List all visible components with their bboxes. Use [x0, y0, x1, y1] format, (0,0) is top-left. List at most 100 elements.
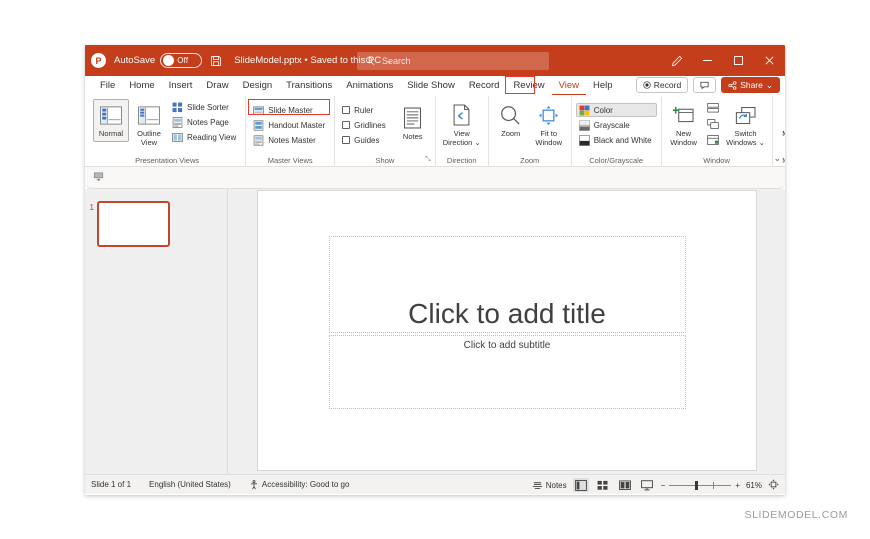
zoom-slider[interactable]: − + — [661, 480, 740, 490]
slide-count-label[interactable]: Slide 1 of 1 — [91, 480, 131, 489]
group-title-master-views: Master Views — [267, 156, 313, 165]
pen-icon[interactable] — [661, 45, 692, 76]
cascade-button[interactable] — [704, 117, 722, 131]
tab-transitions[interactable]: Transitions — [279, 77, 339, 95]
view-direction-icon — [452, 102, 471, 128]
macros-icon — [784, 102, 785, 128]
comments-button[interactable] — [693, 77, 717, 93]
reading-view-button[interactable]: Reading View — [169, 130, 241, 144]
show-dialog-launcher-icon[interactable]: ⤡ — [425, 154, 431, 166]
macros-button[interactable]: Macros — [777, 99, 785, 142]
close-button[interactable] — [754, 45, 785, 76]
slide-canvas[interactable]: Click to add title Click to add subtitle — [256, 190, 757, 471]
zoom-slider-track[interactable] — [669, 480, 732, 490]
switch-windows-button[interactable]: Switch Windows ⌄ — [724, 99, 768, 150]
handout-master-label: Handout Master — [268, 120, 326, 130]
group-title-presentation-views: Presentation Views — [135, 156, 200, 165]
tab-file[interactable]: File — [93, 77, 122, 95]
collapse-ribbon-icon[interactable] — [93, 169, 104, 187]
new-window-button[interactable]: New Window — [666, 99, 702, 150]
share-icon — [728, 80, 737, 90]
ruler-label: Ruler — [354, 105, 374, 115]
zoom-button[interactable]: Zoom — [493, 99, 529, 142]
color-button[interactable]: Color — [575, 103, 657, 117]
tab-design[interactable]: Design — [236, 77, 280, 95]
slide-thumbnail-1[interactable] — [97, 201, 170, 247]
fit-slide-to-window-icon[interactable] — [768, 478, 779, 492]
powerpoint-window: P AutoSave Off SlideModel.pptx • Saved t… — [85, 45, 785, 495]
tab-view[interactable]: View — [551, 77, 587, 95]
zoom-in-button[interactable]: + — [735, 481, 740, 490]
status-slide-sorter-button[interactable] — [595, 478, 611, 492]
zoom-level-label[interactable]: 61% — [746, 481, 762, 490]
gridlines-checkbox[interactable]: Gridlines — [339, 118, 391, 132]
tab-help[interactable]: Help — [586, 77, 620, 95]
fit-to-window-icon — [538, 102, 559, 128]
outline-view-button[interactable]: Outline View — [131, 99, 167, 150]
tab-record[interactable]: Record — [462, 77, 507, 95]
group-title-color-grayscale: Color/Grayscale — [589, 156, 644, 165]
slideshow-view-icon — [640, 479, 653, 490]
tab-home[interactable]: Home — [122, 77, 161, 95]
ribbon-content: Normal Outline View Slide Sorter Notes P… — [85, 96, 785, 167]
handout-master-button[interactable]: Handout Master — [250, 118, 330, 132]
autosave-state-label: Off — [177, 56, 189, 65]
tab-slide-show[interactable]: Slide Show — [400, 77, 462, 95]
ribbon-group-master-views: Slide Master Handout Master Notes Master… — [246, 96, 336, 167]
status-slideshow-button[interactable] — [639, 478, 655, 492]
title-placeholder[interactable]: Click to add title — [328, 236, 686, 333]
ribbon-collapse-chevron-icon[interactable]: ⌄ — [773, 153, 781, 164]
notes-toggle-label: Notes — [545, 480, 567, 490]
share-button[interactable]: Share ⌄ — [721, 77, 780, 93]
search-input[interactable]: Search — [357, 52, 549, 70]
slide-sorter-button[interactable]: Slide Sorter — [169, 100, 241, 114]
tab-insert[interactable]: Insert — [162, 77, 200, 95]
status-reading-view-button[interactable] — [617, 478, 633, 492]
save-icon[interactable] — [210, 55, 222, 67]
notes-button[interactable]: Notes — [395, 102, 431, 145]
maximize-button[interactable] — [723, 45, 754, 76]
slide-canvas-pane: Click to add title Click to add subtitle — [228, 189, 785, 474]
notes-master-button[interactable]: Notes Master — [250, 133, 330, 147]
zoom-slider-handle[interactable] — [695, 480, 699, 490]
search-placeholder: Search — [382, 56, 411, 66]
move-split-icon — [706, 135, 719, 145]
subtitle-placeholder[interactable]: Click to add subtitle — [328, 335, 686, 409]
slide-master-button[interactable]: Slide Master — [250, 103, 330, 117]
subtitle-placeholder-text: Click to add subtitle — [463, 340, 551, 351]
window-icon-stack — [704, 99, 722, 147]
checkbox-icon — [342, 136, 351, 144]
fit-to-window-button[interactable]: Fit to Window — [531, 99, 567, 150]
slide-master-icon — [253, 105, 265, 115]
notes-toggle-button[interactable]: Notes — [532, 480, 567, 491]
status-normal-view-button[interactable] — [572, 478, 589, 492]
tab-draw[interactable]: Draw — [199, 77, 235, 95]
accessibility-status[interactable]: Accessibility: Good to go — [249, 479, 350, 490]
move-split-button[interactable] — [704, 133, 722, 147]
accessibility-label: Accessibility: Good to go — [261, 480, 350, 489]
tab-review[interactable]: Review — [506, 77, 551, 95]
record-button[interactable]: Record — [635, 77, 689, 93]
slide-thumbnail-pane[interactable]: 1 — [85, 189, 228, 474]
work-area: 1 Click to add title Click to add subtit… — [85, 189, 785, 474]
group-title-window: Window — [703, 156, 730, 165]
arrange-all-button[interactable] — [704, 101, 722, 115]
view-direction-button[interactable]: View Direction ⌄ — [440, 99, 484, 150]
autosave-toggle[interactable]: Off — [160, 53, 203, 68]
ruler-checkbox[interactable]: Ruler — [339, 103, 391, 117]
normal-view-button[interactable]: Normal — [93, 99, 129, 142]
zoom-out-button[interactable]: − — [661, 481, 666, 490]
minimize-button[interactable] — [692, 45, 723, 76]
grayscale-button[interactable]: Grayscale — [576, 118, 657, 132]
language-label[interactable]: English (United States) — [149, 480, 231, 489]
slide-sorter-view-icon — [597, 480, 608, 490]
reading-view-icon — [172, 132, 183, 142]
notes-page-button[interactable]: Notes Page — [169, 115, 241, 129]
color-swatch-icon — [579, 105, 590, 115]
guides-label: Guides — [354, 135, 380, 145]
new-window-icon — [673, 102, 694, 128]
tab-animations[interactable]: Animations — [339, 77, 400, 95]
outline-view-icon — [138, 102, 160, 128]
guides-checkbox[interactable]: Guides — [339, 133, 391, 147]
black-and-white-button[interactable]: Black and White — [576, 133, 657, 147]
